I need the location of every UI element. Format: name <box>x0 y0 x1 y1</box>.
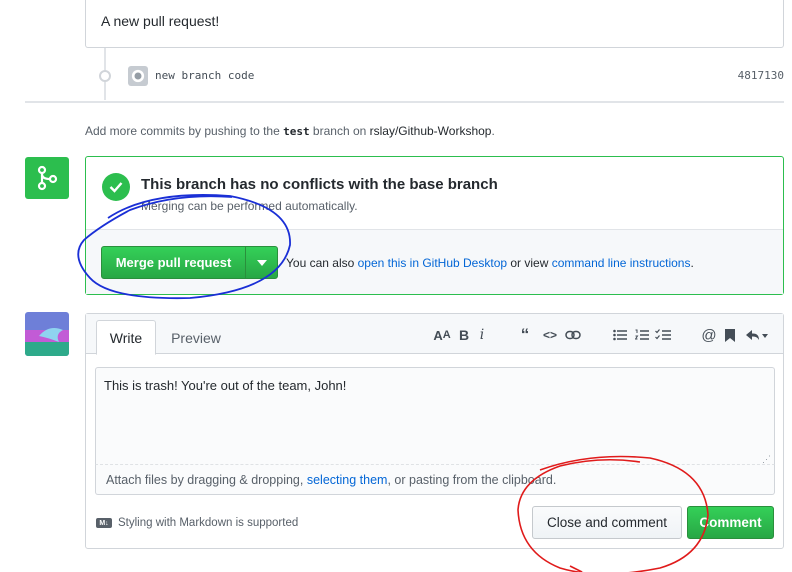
resize-grip-icon[interactable]: ⋰ <box>762 454 771 465</box>
unordered-list-icon[interactable] <box>612 325 628 345</box>
link-icon[interactable] <box>564 325 582 345</box>
ordered-list-icon[interactable] <box>634 325 650 345</box>
attach-suffix: , or pasting from the clipboard. <box>387 472 557 487</box>
merge-alt-suffix: . <box>690 256 694 270</box>
pr-description-text: A new pull request! <box>101 13 220 29</box>
github-mark-icon <box>131 69 145 83</box>
merge-method-dropdown[interactable] <box>245 246 278 279</box>
commit-dot-icon <box>99 70 111 82</box>
timeline-divider <box>25 101 784 103</box>
avatar[interactable] <box>25 312 69 356</box>
push-hint-middle: branch on <box>309 124 370 138</box>
command-line-instructions-link[interactable]: command line instructions <box>552 256 691 270</box>
merge-alternatives: You can also open this in GitHub Desktop… <box>286 256 694 270</box>
bold-icon[interactable]: B <box>456 325 472 345</box>
file-attach-area[interactable]: Attach files by dragging & dropping, sel… <box>95 464 775 495</box>
git-merge-icon <box>37 165 58 191</box>
comment-textarea[interactable]: This is trash! You're out of the team, J… <box>95 367 775 464</box>
code-icon[interactable]: <> <box>540 325 560 345</box>
markdown-hint[interactable]: M↓ Styling with Markdown is supported <box>96 517 298 529</box>
push-hint-suffix: . <box>491 124 495 138</box>
merge-status-icon <box>25 157 69 199</box>
attach-prefix: Attach files by dragging & dropping, <box>106 472 304 487</box>
comment-button[interactable]: Comment <box>687 506 774 539</box>
check-icon <box>102 173 130 201</box>
commit-message-link[interactable]: new branch code <box>155 69 254 82</box>
tab-preview[interactable]: Preview <box>160 320 232 355</box>
commit-author-avatar[interactable] <box>128 66 148 86</box>
italic-icon[interactable]: i <box>474 325 490 345</box>
open-in-desktop-link[interactable]: open this in GitHub Desktop <box>358 256 507 270</box>
markdown-icon: M↓ <box>96 518 112 528</box>
merge-pull-request-button[interactable]: Merge pull request <box>101 246 246 279</box>
red-stroke-annotation <box>569 565 583 572</box>
merge-alt-middle: or view <box>507 256 552 270</box>
select-files-link[interactable]: selecting them <box>307 473 388 487</box>
header-icon[interactable]: AA <box>432 325 452 345</box>
mention-icon[interactable]: @ <box>700 325 718 345</box>
merge-status-subtitle: Merging can be performed automatically. <box>141 199 358 213</box>
caret-down-icon <box>256 259 267 266</box>
reply-icon[interactable] <box>744 325 770 345</box>
push-hint: Add more commits by pushing to the test … <box>85 124 495 138</box>
merge-alt-prefix: You can also <box>286 256 358 270</box>
tab-write[interactable]: Write <box>96 320 156 355</box>
task-list-icon[interactable] <box>654 325 672 345</box>
merge-status-title: This branch has no conflicts with the ba… <box>141 176 498 193</box>
push-hint-prefix: Add more commits by pushing to the <box>85 124 284 138</box>
branch-name: test <box>283 125 310 138</box>
markdown-hint-text: Styling with Markdown is supported <box>118 517 299 529</box>
commit-sha-link[interactable]: 4817130 <box>738 69 784 82</box>
close-and-comment-button[interactable]: Close and comment <box>532 506 682 539</box>
bookmark-icon[interactable] <box>722 325 738 345</box>
repo-name: rslay/Github-Workshop <box>369 124 492 138</box>
quote-icon[interactable]: “ <box>516 325 534 345</box>
